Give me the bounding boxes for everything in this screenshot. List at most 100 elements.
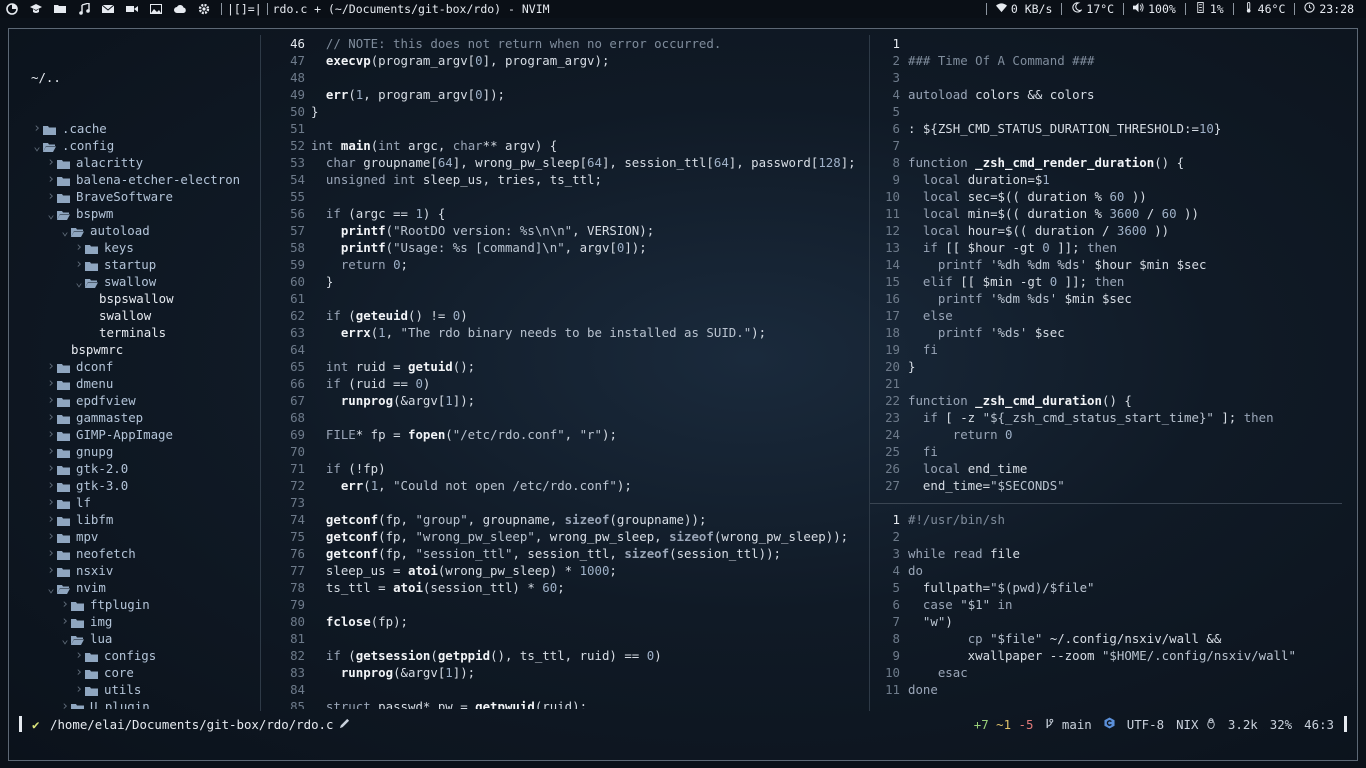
code-line[interactable]: 69 FILE* fp = fopen("/etc/rdo.conf", "r"…: [261, 426, 869, 443]
code-line[interactable]: 9 local duration=$1: [870, 171, 1350, 188]
tree-folder[interactable]: ⌄ autoload: [9, 222, 260, 239]
code-line[interactable]: 2 ### Time Of A Command ###: [870, 52, 1350, 69]
code-line[interactable]: 7: [870, 137, 1350, 154]
tree-folder[interactable]: ⌄ swallow: [9, 273, 260, 290]
code-line[interactable]: 84: [261, 681, 869, 698]
code-line[interactable]: 72 err(1, "Could not open /etc/rdo.conf"…: [261, 477, 869, 494]
editor-main-pane[interactable]: 46 // NOTE: this does not return when no…: [261, 29, 869, 709]
code-line[interactable]: 50}: [261, 103, 869, 120]
code-line[interactable]: 18 printf '%ds' $sec: [870, 324, 1350, 341]
code-line[interactable]: 78 ts_ttl = atoi(session_ttl) * 60;: [261, 579, 869, 596]
code-line[interactable]: 20}: [870, 358, 1350, 375]
chevron-right-icon[interactable]: ›: [73, 664, 85, 681]
tree-file[interactable]: bspswallow: [9, 290, 260, 307]
code-line[interactable]: 25 fi: [870, 443, 1350, 460]
chevron-right-icon[interactable]: ›: [73, 239, 85, 256]
chevron-right-icon[interactable]: ›: [59, 698, 71, 709]
code-line[interactable]: 68: [261, 409, 869, 426]
chevron-right-icon[interactable]: ›: [73, 256, 85, 273]
code-line[interactable]: 8 cp "$file" ~/.config/nsxiv/wall &&: [870, 630, 1350, 647]
code-line[interactable]: 23 if [ -z "${_zsh_cmd_status_start_time…: [870, 409, 1350, 426]
tree-folder[interactable]: › U plugin: [9, 698, 260, 709]
editor-right-top-pane[interactable]: 1 2 ### Time Of A Command ### 3 4 autoload co…: [870, 35, 1350, 495]
tree-folder[interactable]: › dmenu: [9, 375, 260, 392]
firefox-icon[interactable]: [0, 0, 24, 18]
chevron-right-icon[interactable]: ›: [45, 392, 57, 409]
tree-folder[interactable]: ⌄ .config: [9, 137, 260, 154]
editor-right-bottom-pane[interactable]: 1 #!/usr/bin/sh 2 3 while read file 4 do 5 full…: [870, 511, 1350, 711]
folder-icon[interactable]: [48, 0, 72, 18]
chevron-right-icon[interactable]: ›: [59, 613, 71, 630]
code-line[interactable]: 19 fi: [870, 341, 1350, 358]
code-line[interactable]: 80 fclose(fp);: [261, 613, 869, 630]
code-line[interactable]: 76 getconf(fp, "session_ttl", session_tt…: [261, 545, 869, 562]
code-line[interactable]: 71 if (!fp): [261, 460, 869, 477]
code-line[interactable]: 65 int ruid = getuid();: [261, 358, 869, 375]
tree-folder[interactable]: › ftplugin: [9, 596, 260, 613]
tree-folder[interactable]: ⌄ bspwm: [9, 205, 260, 222]
tree-folder[interactable]: › BraveSoftware: [9, 188, 260, 205]
tree-folder[interactable]: › gtk-2.0: [9, 460, 260, 477]
code-line[interactable]: 1 #!/usr/bin/sh: [870, 511, 1350, 528]
volume-status[interactable]: 100%: [1133, 0, 1176, 18]
tree-folder[interactable]: › gnupg: [9, 443, 260, 460]
code-line[interactable]: 60 }: [261, 273, 869, 290]
chevron-right-icon[interactable]: ›: [73, 647, 85, 664]
tree-folder[interactable]: › gammastep: [9, 409, 260, 426]
code-line[interactable]: 54 unsigned int sleep_us, tries, ts_ttl;: [261, 171, 869, 188]
code-line[interactable]: 10 local sec=$(( duration % 60 )): [870, 188, 1350, 205]
code-line[interactable]: 82 if (getsession(getppid(), ts_ttl, rui…: [261, 647, 869, 664]
tree-folder[interactable]: ⌄ nvim: [9, 579, 260, 596]
chevron-down-icon[interactable]: ⌄: [45, 582, 57, 594]
tree-folder[interactable]: › GIMP-AppImage: [9, 426, 260, 443]
code-line[interactable]: 6 case "$1" in: [870, 596, 1350, 613]
tree-folder[interactable]: › neofetch: [9, 545, 260, 562]
tree-folder[interactable]: › dconf: [9, 358, 260, 375]
code-line[interactable]: 4 do: [870, 562, 1350, 579]
tree-folder[interactable]: › lf: [9, 494, 260, 511]
chevron-down-icon[interactable]: ⌄: [59, 225, 71, 237]
tree-folder[interactable]: › epdfview: [9, 392, 260, 409]
code-line[interactable]: 27 end_time="$SECONDS": [870, 477, 1350, 494]
code-line[interactable]: 3 while read file: [870, 545, 1350, 562]
tree-folder[interactable]: › libfm: [9, 511, 260, 528]
chevron-right-icon[interactable]: ›: [45, 545, 57, 562]
tree-folder[interactable]: › keys: [9, 239, 260, 256]
code-line[interactable]: 1: [870, 35, 1350, 52]
image-icon[interactable]: [144, 0, 168, 18]
code-line[interactable]: 52 int main(int argc, char** argv) {: [261, 137, 869, 154]
tree-folder[interactable]: › balena-etcher-electron: [9, 171, 260, 188]
code-line[interactable]: 83 runprog(&argv[1]);: [261, 664, 869, 681]
tree-folder[interactable]: › core: [9, 664, 260, 681]
chevron-down-icon[interactable]: ⌄: [59, 633, 71, 645]
code-line[interactable]: 2: [870, 528, 1350, 545]
code-line[interactable]: 24 return 0: [870, 426, 1350, 443]
code-line[interactable]: 12 local hour=$(( duration / 3600 )): [870, 222, 1350, 239]
code-line[interactable]: 21: [870, 375, 1350, 392]
code-line[interactable]: 26 local end_time: [870, 460, 1350, 477]
tree-folder[interactable]: › utils: [9, 681, 260, 698]
chevron-down-icon[interactable]: ⌄: [31, 140, 43, 152]
file-tree[interactable]: ~/.. › .cache ⌄ .config › alacritty › balena-et…: [9, 29, 260, 709]
cloud-icon[interactable]: [168, 0, 192, 18]
tree-file[interactable]: swallow: [9, 307, 260, 324]
tree-folder[interactable]: ⌄ lua: [9, 630, 260, 647]
tree-folder[interactable]: › img: [9, 613, 260, 630]
chevron-right-icon[interactable]: ›: [45, 528, 57, 545]
horizontal-split-divider[interactable]: [870, 503, 1342, 504]
tree-folder[interactable]: › nsxiv: [9, 562, 260, 579]
chevron-down-icon[interactable]: ⌄: [73, 276, 85, 288]
code-line[interactable]: 79: [261, 596, 869, 613]
code-line[interactable]: 4 autoload colors && colors: [870, 86, 1350, 103]
code-line[interactable]: 14 printf '%dh %dm %ds' $hour $min $sec: [870, 256, 1350, 273]
tree-folder[interactable]: › mpv: [9, 528, 260, 545]
code-line[interactable]: 67 runprog(&argv[1]);: [261, 392, 869, 409]
chevron-right-icon[interactable]: ›: [45, 443, 57, 460]
music-icon[interactable]: [72, 0, 96, 18]
code-line[interactable]: 51: [261, 120, 869, 137]
code-line[interactable]: 61: [261, 290, 869, 307]
code-line[interactable]: 15 elif [[ $min -gt 0 ]]; then: [870, 273, 1350, 290]
code-line[interactable]: 46 // NOTE: this does not return when no…: [261, 35, 869, 52]
code-line[interactable]: 3: [870, 69, 1350, 86]
code-line[interactable]: 48: [261, 69, 869, 86]
